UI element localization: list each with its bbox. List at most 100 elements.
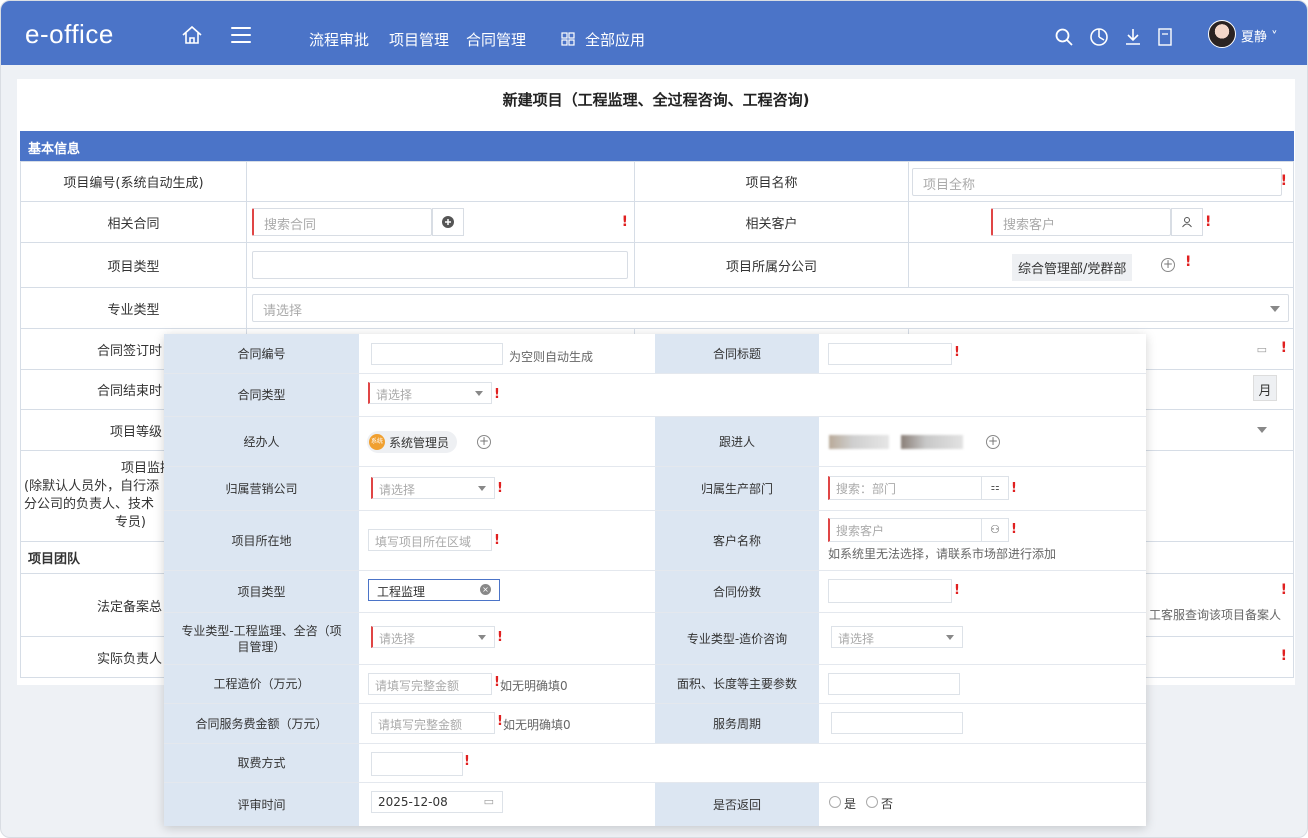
contract-search-input[interactable]: 搜索合同 — [252, 208, 432, 236]
required-mark: ! — [1185, 254, 1192, 270]
customer-name-input[interactable]: 搜索客户 — [828, 518, 982, 542]
row-charge: 取费方式 ! — [164, 744, 1146, 783]
clear-icon[interactable]: × — [480, 584, 491, 595]
add-handler-icon[interactable]: + — [477, 435, 491, 449]
specialty-label: 专业类型-工程监理、全咨（项 目管理） — [164, 613, 359, 664]
row-fee: 合同服务费金额（万元） 请填写完整金额 ! 如无明确填0 服务周期 — [164, 704, 1146, 744]
customer-name-label: 客户名称 — [655, 511, 819, 570]
calendar-icon[interactable]: ▭ — [1257, 343, 1267, 356]
contract-type-label: 合同类型 — [164, 374, 359, 416]
follower-avatar-blurred[interactable] — [901, 435, 963, 449]
location-input[interactable]: 填写项目所在区域 — [368, 529, 492, 551]
user-avatar[interactable] — [1208, 20, 1236, 48]
contract-title-input[interactable] — [828, 343, 952, 365]
download-icon[interactable] — [1123, 27, 1143, 47]
fee-label: 合同服务费金额（万元） — [164, 704, 359, 743]
user-icon[interactable]: ⚇ — [981, 518, 1009, 542]
nav-contract-management[interactable]: 合同管理 — [466, 29, 526, 50]
radio-yes-label: 是 — [844, 797, 857, 811]
org-tree-icon[interactable]: ⚏ — [981, 476, 1009, 500]
sales-company-label: 归属营销公司 — [164, 467, 359, 510]
customer-search-input[interactable]: 搜索客户 — [991, 208, 1171, 236]
handler-chip[interactable]: 系统 系统管理员 — [367, 431, 458, 453]
review-date-input[interactable]: 2025-12-08 ▭ — [371, 791, 503, 813]
contract-type-select[interactable]: 请选择 — [368, 382, 492, 404]
search-icon[interactable] — [1054, 27, 1074, 47]
required-mark: ! — [494, 533, 500, 548]
required-mark: ! — [464, 754, 470, 769]
copies-input[interactable] — [828, 579, 952, 603]
top-navigation-bar: e-office 流程审批 项目管理 合同管理 全部应用 夏静 ˅ — [1, 1, 1307, 65]
document-icon[interactable] — [1155, 27, 1175, 47]
project-no-label: 项目编号(系统自动生成) — [20, 161, 247, 202]
required-mark: ! — [1205, 214, 1212, 230]
apps-grid-icon[interactable] — [561, 32, 575, 46]
branch-tag[interactable]: 综合管理部/党群部 — [1012, 254, 1133, 281]
charge-label: 取费方式 — [164, 744, 359, 782]
contract-no-input[interactable] — [371, 343, 503, 365]
required-mark: ! — [1280, 582, 1287, 598]
user-icon — [1182, 217, 1192, 228]
sales-company-select[interactable]: 请选择 — [371, 477, 495, 499]
radio-yes[interactable] — [829, 796, 841, 808]
project-name-cell: 项目全称 ! — [908, 161, 1294, 202]
required-mark: ! — [1280, 173, 1287, 189]
prod-dept-label: 归属生产部门 — [655, 467, 819, 510]
report-chart-icon[interactable] — [1089, 27, 1109, 47]
add-follower-icon[interactable]: + — [986, 435, 1000, 449]
cost-input[interactable]: 请填写完整金额 — [368, 673, 492, 695]
project-type-label: 项目类型 — [20, 242, 247, 288]
select-customer-button[interactable] — [1171, 208, 1203, 236]
specialty-cell: 请选择 — [246, 287, 1294, 329]
nav-all-apps[interactable]: 全部应用 — [585, 29, 645, 50]
required-mark: ! — [494, 387, 500, 402]
area-label: 面积、长度等主要参数 — [655, 665, 819, 703]
project-type-value[interactable]: 工程监理 × — [368, 579, 500, 601]
contract-label: 相关合同 — [20, 201, 247, 243]
contract-no-label: 合同编号 — [164, 334, 359, 373]
prod-dept-input[interactable]: 搜索：部门 — [828, 476, 982, 500]
app-logo[interactable]: e-office — [25, 19, 114, 50]
charge-input[interactable] — [371, 752, 463, 776]
contract-form-overlay: 合同编号 为空则自动生成 合同标题 ! 合同类型 请选择 ! 经办人 系统 系统… — [164, 334, 1146, 826]
required-mark: ! — [1011, 522, 1017, 537]
specialty-select[interactable]: 请选择 — [371, 626, 495, 648]
row-review: 评审时间 2025-12-08 ▭ 是否返回 是 否 — [164, 783, 1146, 826]
branch-cell: 综合管理部/党群部 + ! — [908, 242, 1294, 288]
contract-no-hint: 为空则自动生成 — [509, 350, 594, 364]
row-contract-type: 合同类型 请选择 ! — [164, 374, 1146, 417]
area-input[interactable] — [828, 673, 960, 695]
home-icon[interactable] — [181, 25, 203, 45]
location-label: 项目所在地 — [164, 511, 359, 570]
nav-workflow[interactable]: 流程审批 — [309, 29, 369, 50]
project-name-input[interactable]: 项目全称 — [912, 167, 1282, 196]
chevron-down-icon[interactable] — [1257, 427, 1267, 433]
app-window: e-office 流程审批 项目管理 合同管理 全部应用 夏静 ˅ 新建项目（工… — [0, 0, 1308, 838]
customer-cell: 搜索客户 ! — [908, 201, 1294, 243]
chevron-down-icon — [1270, 306, 1280, 312]
row-project-type: 项目类型 工程监理 × 合同份数 ! — [164, 571, 1146, 613]
project-type-input[interactable] — [252, 251, 628, 279]
add-branch-icon[interactable]: + — [1161, 258, 1175, 272]
calendar-icon[interactable]: ▭ — [484, 795, 494, 808]
follower-avatar-blurred[interactable] — [829, 435, 889, 449]
copies-label: 合同份数 — [655, 571, 819, 612]
menu-icon[interactable] — [231, 27, 251, 43]
project-type-cell — [246, 242, 635, 288]
contract-title-label: 合同标题 — [655, 334, 819, 373]
page-title: 新建项目（工程监理、全过程咨询、工程咨询) — [502, 91, 810, 109]
return-label: 是否返回 — [655, 783, 819, 826]
radio-no[interactable] — [866, 796, 878, 808]
follower-label: 跟进人 — [655, 417, 819, 466]
user-name[interactable]: 夏静 ˅ — [1241, 26, 1278, 45]
specialty-cost-select[interactable]: 请选择 — [831, 626, 963, 648]
radio-no-label: 否 — [881, 797, 894, 811]
nav-project-management[interactable]: 项目管理 — [389, 29, 449, 50]
cost-label: 工程造价（万元） — [164, 665, 359, 703]
required-mark: ! — [497, 630, 503, 645]
specialty-select[interactable]: 请选择 — [252, 294, 1289, 322]
add-contract-button[interactable] — [432, 208, 464, 236]
required-mark: ! — [497, 481, 503, 496]
period-input[interactable] — [831, 712, 963, 734]
fee-input[interactable]: 请填写完整金额 — [371, 712, 495, 734]
